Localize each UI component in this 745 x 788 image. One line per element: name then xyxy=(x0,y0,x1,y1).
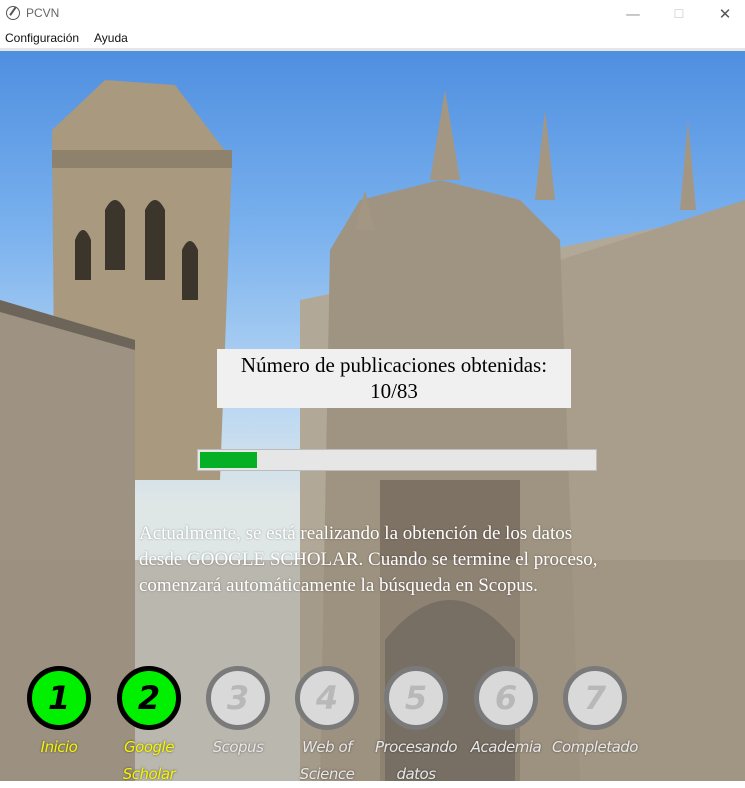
app-icon xyxy=(6,6,20,20)
maximize-button[interactable]: ☐ xyxy=(656,0,702,28)
step-1-label: Inicio xyxy=(40,738,78,756)
step-6-circle: 6 xyxy=(474,666,538,730)
count-heading: Número de publicaciones obtenidas: xyxy=(240,353,548,377)
window-title: PCVN xyxy=(26,6,60,20)
step-7-label: Completado xyxy=(552,738,638,756)
close-button[interactable]: ✕ xyxy=(702,0,745,28)
step-2-label: Google Scholar xyxy=(122,738,176,783)
step-5-label: Procesando datos xyxy=(374,738,458,783)
step-3-label: Scopus xyxy=(212,738,264,756)
title-bar: PCVN — ☐ ✕ xyxy=(0,0,745,28)
step-4-circle: 4 xyxy=(295,666,359,730)
step-6-label: Academia xyxy=(470,738,542,756)
church-facade-illustration xyxy=(0,80,745,781)
step-4-label: Web of Science xyxy=(299,738,355,783)
progress-fill xyxy=(200,452,257,468)
menu-configuracion[interactable]: Configuración xyxy=(5,31,79,45)
menu-ayuda[interactable]: Ayuda xyxy=(94,31,128,45)
status-message: Actualmente, se está realizando la obten… xyxy=(139,523,598,596)
background-photo xyxy=(0,51,745,781)
minimize-button[interactable]: — xyxy=(610,0,656,28)
publications-count-panel: Número de publicaciones obtenidas: 10/83 xyxy=(217,349,571,408)
step-1-circle: 1 xyxy=(27,666,91,730)
count-value: 10/83 xyxy=(370,379,418,403)
step-5-circle: 5 xyxy=(384,666,448,730)
step-3-circle: 3 xyxy=(206,666,270,730)
step-2-circle: 2 xyxy=(117,666,181,730)
menu-bar: Configuración Ayuda xyxy=(0,28,745,51)
step-7-circle: 7 xyxy=(563,666,627,730)
progress-bar xyxy=(197,449,597,471)
